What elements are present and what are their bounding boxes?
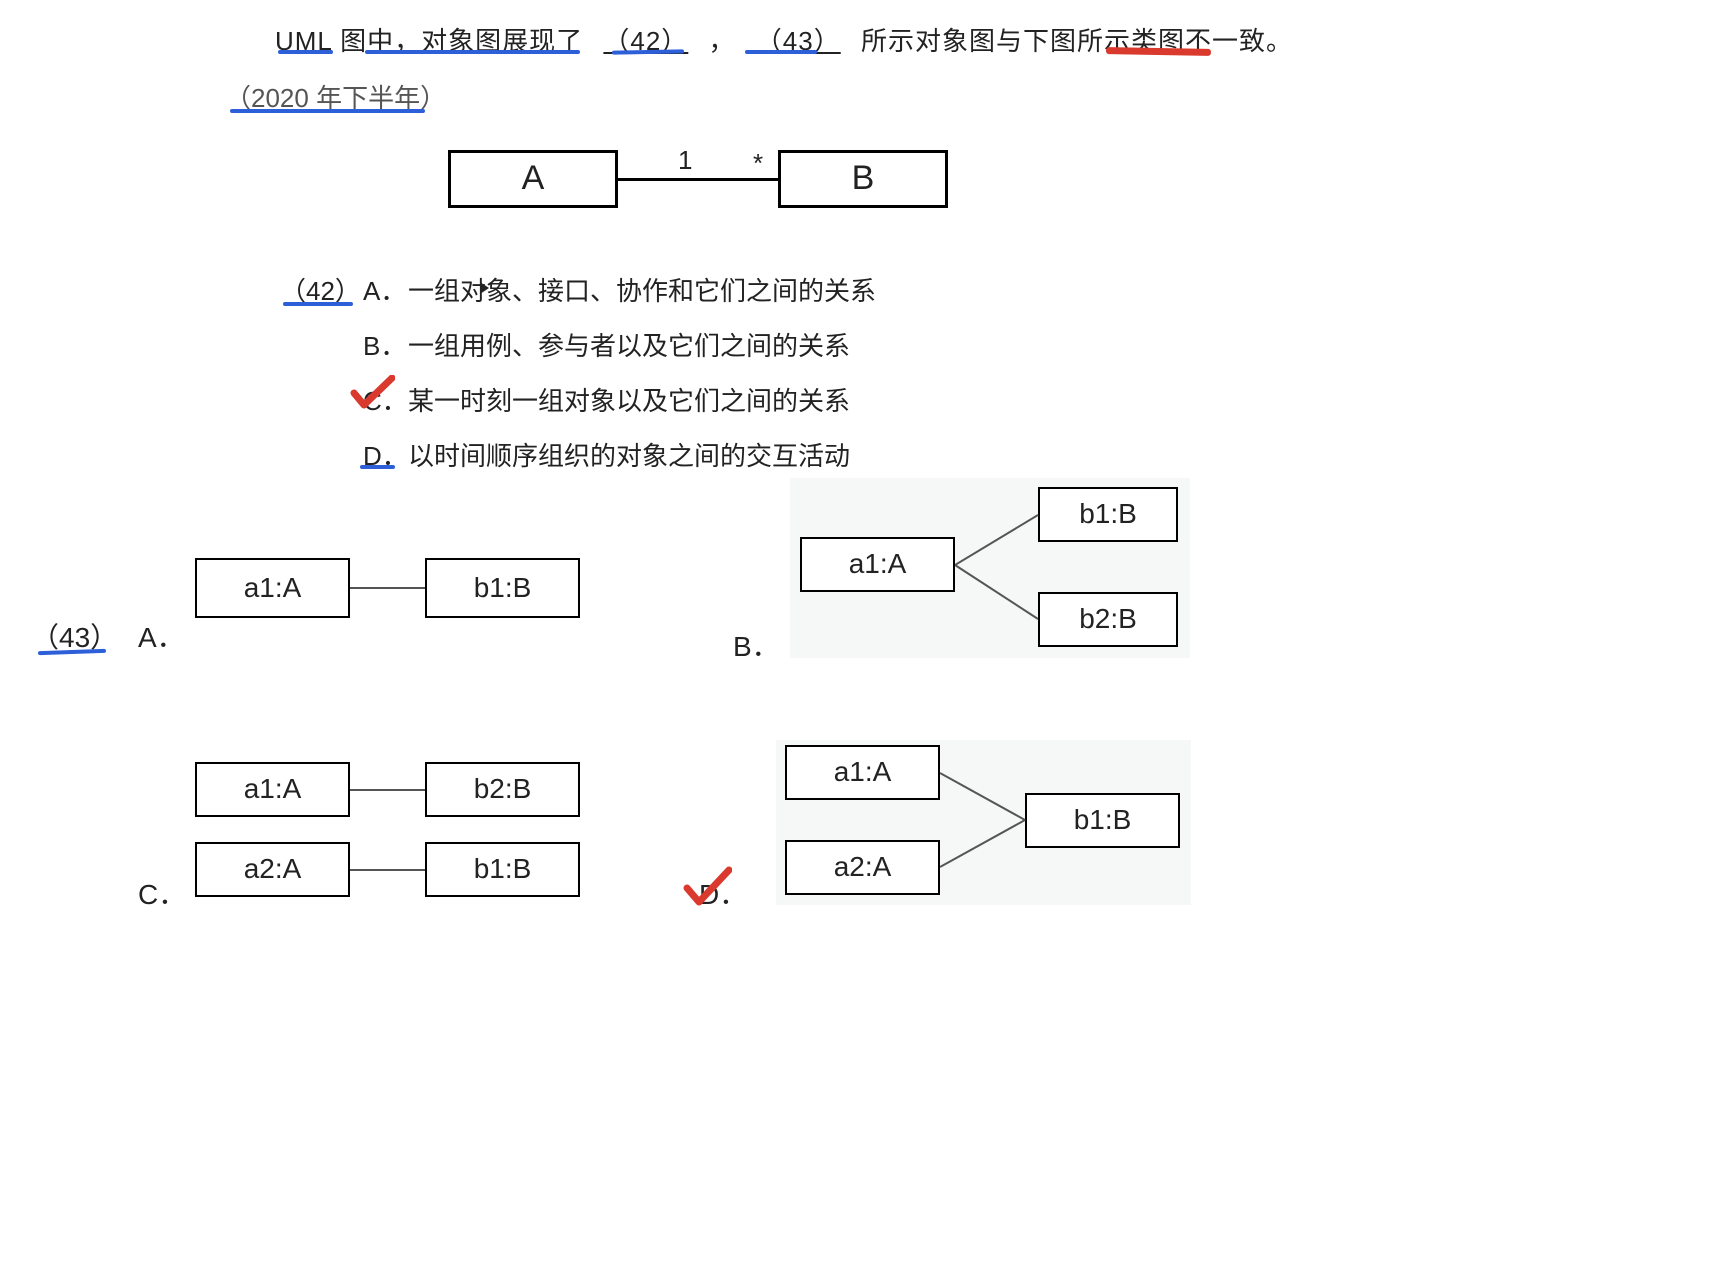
obj-box: a1:A — [195, 558, 350, 618]
q42-option-a: A．一组对象、接口、协作和它们之间的关系 — [363, 268, 876, 315]
q43-diagram-a: a1:A b1:B — [195, 558, 595, 638]
q42-option-c: C．某一时刻一组对象以及它们之间的关系 — [363, 378, 850, 425]
obj-box: a2:A — [785, 840, 940, 895]
underline-year — [230, 109, 425, 113]
obj-box: a1:A — [800, 537, 955, 592]
question-line-1: UML 图中，对象图展现了 （42） ， （43） 所示对象图与下图所示类图不一… — [275, 18, 1293, 65]
obj-box: b1:B — [425, 558, 580, 618]
class-diagram: A B 1 * — [448, 145, 948, 215]
option-letter: D． — [363, 433, 408, 480]
q43-b-letter: B． — [733, 622, 780, 672]
q42-number: （42） — [280, 268, 361, 315]
q42-option-b: B．一组用例、参与者以及它们之间的关系 — [363, 323, 850, 370]
mult-1: 1 — [678, 137, 692, 184]
mult-star: * — [753, 140, 763, 187]
obj-box: b2:B — [425, 762, 580, 817]
obj-links — [955, 512, 1040, 622]
option-letter: B． — [363, 323, 408, 370]
q-text-suffix: 所示对象图与下图所示类图不一致。 — [861, 26, 1293, 56]
underline-d — [360, 465, 395, 469]
class-box-a: A — [448, 150, 618, 208]
option-text: 一组用例、参与者以及它们之间的关系 — [408, 331, 850, 361]
underline-43 — [745, 50, 817, 54]
obj-box: a2:A — [195, 842, 350, 897]
obj-link — [350, 587, 425, 589]
q43-number: （43） — [31, 613, 118, 663]
option-text: 以时间顺序组织的对象之间的交互活动 — [408, 441, 850, 471]
obj-box: a1:A — [785, 745, 940, 800]
q43-diagram-b: a1:A b1:B b2:B — [800, 482, 1200, 657]
underline-phrase1 — [365, 50, 580, 54]
obj-link — [350, 789, 425, 791]
q43-a-letter: A． — [138, 613, 185, 663]
checkmark-icon — [682, 866, 732, 908]
option-text: 某一时刻一组对象以及它们之间的关系 — [408, 386, 850, 416]
option-text: 一组对象、接口、协作和它们之间的关系 — [408, 276, 876, 306]
option-letter: A． — [363, 268, 408, 315]
q-text-mid: ， — [709, 26, 736, 56]
obj-link — [350, 869, 425, 871]
obj-links — [940, 770, 1028, 870]
obj-box: a1:A — [195, 762, 350, 817]
cursor-icon — [480, 282, 489, 294]
obj-box: b1:B — [1025, 793, 1180, 848]
question-line-2: （2020 年下半年） — [225, 75, 446, 122]
obj-box: b1:B — [425, 842, 580, 897]
q42-option-d: D．以时间顺序组织的对象之间的交互活动 — [363, 433, 850, 480]
class-box-b: B — [778, 150, 948, 208]
underline-q42 — [283, 302, 353, 306]
obj-box: b2:B — [1038, 592, 1178, 647]
checkmark-icon — [350, 375, 395, 410]
q43-diagram-c: a1:A b2:B a2:A b1:B — [195, 762, 595, 922]
obj-box: b1:B — [1038, 487, 1178, 542]
underline-uml — [278, 50, 333, 54]
q43-c-letter: C． — [138, 870, 186, 920]
q43-diagram-d: a1:A a2:A b1:B — [785, 745, 1185, 905]
